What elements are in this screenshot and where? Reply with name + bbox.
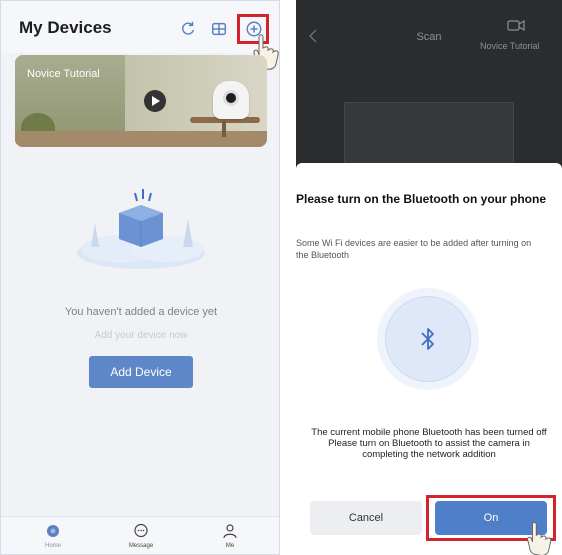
- cancel-button[interactable]: Cancel: [310, 501, 422, 535]
- refresh-icon[interactable]: [178, 19, 198, 39]
- banner-title: Novice Tutorial: [27, 68, 100, 80]
- add-device-button[interactable]: Add Device: [89, 356, 193, 388]
- bottom-tab-bar: Home Message Me: [1, 516, 279, 554]
- empty-state-message: You haven't added a device yet: [64, 306, 218, 318]
- dialog-description: Some Wi Fi devices are easier to be adde…: [296, 238, 532, 260]
- message-icon: [134, 523, 148, 538]
- tutorial-banner[interactable]: Novice Tutorial: [15, 55, 267, 147]
- scan-viewfinder: [344, 102, 514, 164]
- video-camera-icon[interactable]: [507, 18, 525, 34]
- empty-box-illustration: [77, 189, 205, 269]
- my-devices-screen: My Devices Novice Tutorial You haven't a…: [0, 0, 280, 555]
- home-icon: [47, 525, 59, 537]
- pointing-hand-icon: [527, 522, 552, 555]
- empty-state-sub-message: Add your device now: [94, 330, 188, 341]
- dialog-title: Please turn on the Bluetooth on your pho…: [296, 192, 547, 206]
- novice-tutorial-link[interactable]: Novice Tutorial: [480, 41, 540, 51]
- bluetooth-status-message: The current mobile phone Bluetooth has b…: [311, 427, 547, 460]
- bluetooth-icon: [421, 328, 434, 350]
- tab-home[interactable]: Home: [23, 523, 83, 549]
- tab-me[interactable]: Me: [200, 523, 260, 549]
- page-title: My Devices: [19, 18, 112, 37]
- camera-graphic: [213, 81, 249, 119]
- bluetooth-dialog: Please turn on the Bluetooth on your pho…: [296, 163, 562, 555]
- bluetooth-circle: [385, 296, 471, 382]
- scan-screen: Scan Novice Tutorial Please turn on the …: [296, 0, 562, 555]
- play-icon[interactable]: [144, 90, 166, 112]
- person-icon: [223, 524, 237, 539]
- layout-icon[interactable]: [209, 19, 229, 39]
- tab-message[interactable]: Message: [111, 523, 171, 549]
